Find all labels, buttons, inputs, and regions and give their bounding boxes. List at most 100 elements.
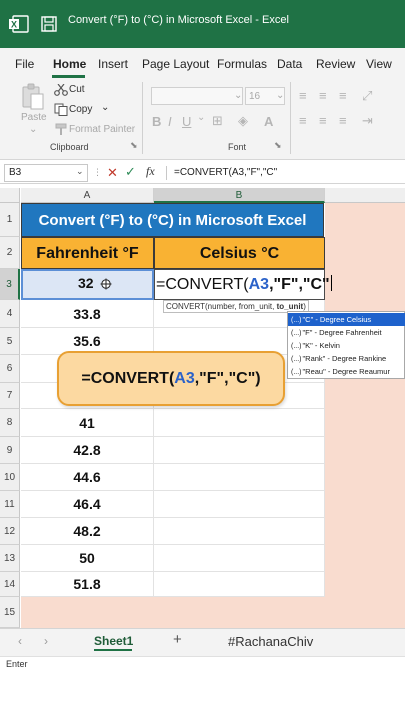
- row-header-15[interactable]: 15: [0, 597, 20, 628]
- cut-icon[interactable]: [54, 84, 68, 96]
- select-all-corner[interactable]: [0, 188, 20, 203]
- tab-view[interactable]: View: [366, 57, 392, 71]
- celsius-cell[interactable]: [154, 437, 325, 464]
- row-header-2[interactable]: 2: [0, 237, 20, 269]
- indent-icon[interactable]: ⇥: [362, 113, 373, 129]
- cancel-entry-icon[interactable]: ✕: [107, 165, 118, 181]
- cell-b3-editing[interactable]: =CONVERT(A3,"F","C": [154, 269, 332, 300]
- row-header-5[interactable]: 5: [0, 328, 20, 355]
- tab-insert[interactable]: Insert: [98, 57, 128, 71]
- borders-icon[interactable]: ⊞: [212, 113, 223, 129]
- sheet-next-icon[interactable]: ›: [44, 634, 48, 648]
- insert-function-icon[interactable]: fx: [146, 164, 155, 179]
- paste-icon[interactable]: [20, 83, 46, 111]
- column-header-b[interactable]: B: [154, 188, 325, 203]
- row-header-6[interactable]: 6: [0, 355, 20, 383]
- fahrenheit-header-cell[interactable]: Fahrenheit °F: [21, 237, 154, 269]
- active-sheet-indicator: [94, 649, 132, 651]
- celsius-cell[interactable]: [154, 545, 325, 572]
- row-header-12[interactable]: 12: [0, 518, 20, 545]
- copy-icon[interactable]: [54, 103, 68, 116]
- row-header-9[interactable]: 9: [0, 437, 20, 464]
- autocomplete-item-rankine[interactable]: (...)"Rank" - Degree Rankine: [288, 352, 405, 365]
- copy-button[interactable]: Copy: [69, 104, 92, 115]
- bold-icon[interactable]: B: [152, 114, 161, 129]
- clipboard-launcher-icon[interactable]: ⬊: [130, 140, 138, 151]
- fahrenheit-cell[interactable]: 41: [21, 409, 154, 437]
- font-size-chevron-icon[interactable]: ⌄: [276, 90, 284, 101]
- align-right-icon[interactable]: ≡: [339, 113, 347, 128]
- fahrenheit-cell[interactable]: 42.8: [21, 437, 154, 464]
- autocomplete-label: "C" - Degree Celsius: [302, 315, 372, 324]
- font-launcher-icon[interactable]: ⬊: [274, 140, 282, 151]
- celsius-cell[interactable]: [154, 572, 325, 597]
- sheet-prev-icon[interactable]: ‹: [18, 634, 22, 648]
- row-header-1[interactable]: 1: [0, 203, 20, 237]
- row-header-7[interactable]: 7: [0, 383, 20, 409]
- fahrenheit-cell[interactable]: 44.6: [21, 464, 154, 491]
- autocomplete-icon: (...): [291, 317, 302, 324]
- fahrenheit-cell[interactable]: 48.2: [21, 518, 154, 545]
- fahrenheit-cell[interactable]: 51.8: [21, 572, 154, 597]
- tab-data[interactable]: Data: [277, 57, 302, 71]
- paste-button[interactable]: Paste: [21, 112, 47, 123]
- row-header-13[interactable]: 13: [0, 545, 20, 572]
- autocomplete-item-reaumur[interactable]: (...)"Reau" - Degree Reaumur: [288, 365, 405, 378]
- formula-input[interactable]: =CONVERT(A3,"F","C": [174, 167, 277, 178]
- row-header-3[interactable]: 3: [0, 269, 20, 300]
- underline-icon[interactable]: U: [182, 114, 191, 129]
- confirm-entry-icon[interactable]: ✓: [125, 164, 136, 180]
- status-bar: [0, 656, 405, 720]
- celsius-header-cell[interactable]: Celsius °C: [154, 237, 325, 269]
- align-bottom-icon[interactable]: ≡: [339, 88, 347, 103]
- sheet-background: [21, 596, 325, 628]
- align-left-icon[interactable]: ≡: [299, 113, 307, 128]
- row-header-8[interactable]: 8: [0, 409, 20, 437]
- edit-formula-ref: A3: [248, 276, 270, 293]
- paste-dropdown-icon[interactable]: ⌄: [29, 124, 37, 135]
- font-family-dropdown[interactable]: [151, 87, 243, 105]
- orientation-icon[interactable]: ⤢: [362, 88, 372, 104]
- name-box-chevron-icon[interactable]: ⌄: [76, 166, 84, 177]
- font-color-icon[interactable]: A: [264, 114, 273, 129]
- unit-autocomplete-list: (...)"C" - Degree Celsius (...)"F" - Deg…: [287, 311, 405, 379]
- fahrenheit-cell[interactable]: 46.4: [21, 491, 154, 518]
- autocomplete-item-celsius[interactable]: (...)"C" - Degree Celsius: [288, 313, 405, 326]
- autocomplete-item-kelvin[interactable]: (...)"K" - Kelvin: [288, 339, 405, 352]
- align-middle-icon[interactable]: ≡: [319, 88, 327, 103]
- italic-icon[interactable]: I: [168, 114, 172, 129]
- tab-home[interactable]: Home: [53, 57, 86, 71]
- sheet-tab-sheet1[interactable]: Sheet1: [94, 634, 133, 648]
- row-header-11[interactable]: 11: [0, 491, 20, 518]
- celsius-cell[interactable]: [154, 491, 325, 518]
- table-title-cell[interactable]: Convert (°F) to (°C) in Microsoft Excel: [21, 203, 324, 237]
- celsius-cell[interactable]: [154, 518, 325, 545]
- tab-formulas[interactable]: Formulas: [217, 57, 267, 71]
- save-icon[interactable]: [38, 14, 60, 34]
- tab-file[interactable]: File: [15, 57, 34, 71]
- tab-page-layout[interactable]: Page Layout: [142, 57, 209, 71]
- row-header-14[interactable]: 14: [0, 572, 20, 597]
- fahrenheit-cell[interactable]: 50: [21, 545, 154, 572]
- autocomplete-item-fahrenheit[interactable]: (...)"F" - Degree Fahrenheit: [288, 326, 405, 339]
- celsius-cell[interactable]: [154, 464, 325, 491]
- column-header-a[interactable]: A: [21, 188, 154, 203]
- fahrenheit-cell[interactable]: 33.8: [21, 300, 154, 328]
- sheet-background: [325, 203, 405, 628]
- copy-dropdown-icon[interactable]: ⌄: [101, 102, 109, 113]
- add-sheet-button[interactable]: +: [173, 631, 182, 648]
- text-caret: [330, 275, 332, 291]
- fill-color-icon[interactable]: ◈: [238, 113, 248, 129]
- font-family-chevron-icon[interactable]: ⌄: [234, 90, 242, 101]
- format-painter-button[interactable]: Format Painter: [69, 124, 135, 135]
- row-header-4[interactable]: 4: [0, 300, 20, 328]
- celsius-cell[interactable]: [154, 409, 325, 437]
- row-header-10[interactable]: 10: [0, 464, 20, 491]
- align-center-icon[interactable]: ≡: [319, 113, 327, 128]
- underline-chevron-icon[interactable]: ⌄: [197, 112, 205, 123]
- callout-suffix: ,"F","C"): [194, 370, 261, 387]
- cut-button[interactable]: Cut: [69, 84, 85, 95]
- tab-review[interactable]: Review: [316, 57, 355, 71]
- align-top-icon[interactable]: ≡: [299, 88, 307, 103]
- format-painter-icon[interactable]: [54, 123, 68, 136]
